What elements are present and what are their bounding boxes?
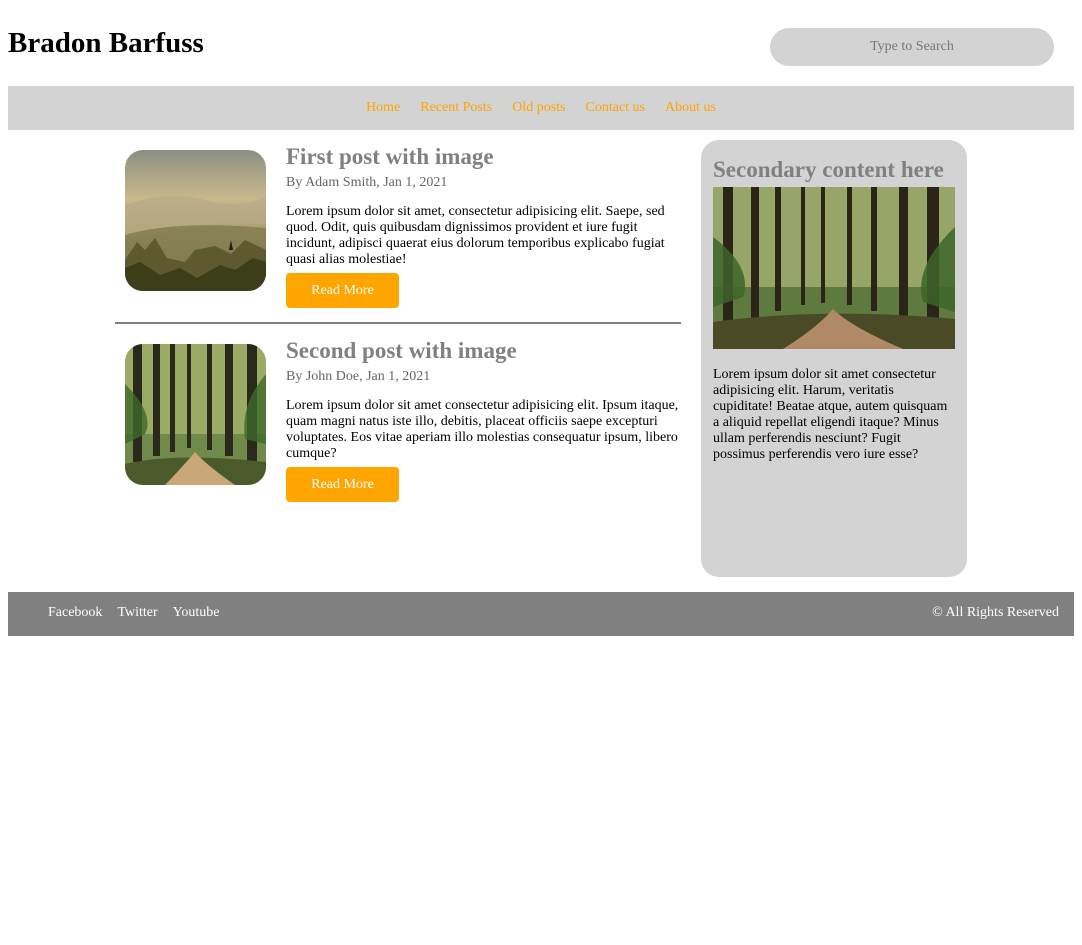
secondary-image: [713, 187, 955, 349]
forest-path-icon: [713, 187, 955, 349]
post-thumbnail-forest: [125, 344, 266, 485]
search-input[interactable]: [770, 28, 1054, 66]
post-card: First post with image By Adam Smith, Jan…: [115, 140, 681, 320]
read-more-button[interactable]: Read More: [286, 467, 399, 502]
post-title[interactable]: First post with image: [286, 142, 681, 172]
nav-about-us-link[interactable]: About us: [665, 86, 716, 130]
site-title: Bradon Barfuss: [8, 27, 204, 59]
facebook-link[interactable]: Facebook: [48, 592, 102, 634]
nav-contact-us-link[interactable]: Contact us: [586, 86, 646, 130]
post-excerpt: Lorem ipsum dolor sit amet consectetur a…: [286, 398, 679, 461]
post-body: Second post with image By John Doe, Jan …: [286, 336, 681, 502]
mountain-landscape-icon: [125, 150, 266, 291]
post-card: Second post with image By John Doe, Jan …: [115, 334, 681, 514]
copyright-text: © All Rights Reserved: [932, 605, 1059, 620]
secondary-title: Secondary content here: [713, 157, 944, 182]
read-more-button[interactable]: Read More: [286, 273, 399, 308]
post-thumbnail-mountain: [125, 150, 266, 291]
youtube-link[interactable]: Youtube: [173, 592, 220, 634]
nav-home-link[interactable]: Home: [366, 86, 400, 130]
post-excerpt: Lorem ipsum dolor sit amet, consectetur …: [286, 204, 665, 267]
post-body: First post with image By Adam Smith, Jan…: [286, 142, 681, 308]
secondary-content: Secondary content here Lorem ipsum dolor…: [701, 140, 967, 577]
social-links: Facebook Twitter Youtube: [48, 592, 234, 634]
secondary-text: Lorem ipsum dolor sit amet consectetur a…: [713, 367, 948, 462]
nav-recent-posts-link[interactable]: Recent Posts: [420, 86, 492, 130]
nav-old-posts-link[interactable]: Old posts: [512, 86, 565, 130]
post-title[interactable]: Second post with image: [286, 336, 681, 366]
post-meta: By John Doe, Jan 1, 2021: [286, 369, 431, 384]
forest-path-icon: [125, 344, 266, 485]
post-meta: By Adam Smith, Jan 1, 2021: [286, 175, 448, 190]
site-footer: Facebook Twitter Youtube © All Rights Re…: [8, 592, 1074, 636]
post-divider: [115, 322, 681, 324]
twitter-link[interactable]: Twitter: [117, 592, 157, 634]
main-nav: Home Recent Posts Old posts Contact us A…: [8, 86, 1074, 130]
